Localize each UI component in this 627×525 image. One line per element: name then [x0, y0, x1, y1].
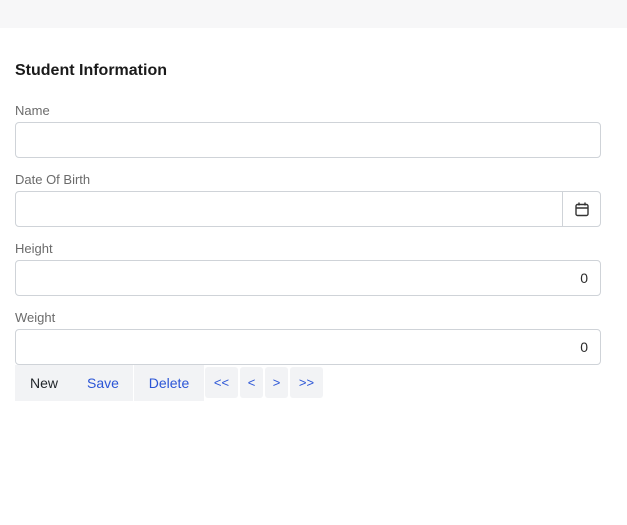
dob-label: Date Of Birth — [15, 172, 91, 187]
form-title: Student Information — [15, 62, 167, 79]
height-label: Height — [15, 241, 53, 256]
previous-record-button[interactable]: < — [240, 367, 263, 398]
name-label: Name — [15, 103, 50, 118]
dob-field — [15, 191, 601, 227]
new-button[interactable]: New — [15, 365, 73, 401]
next-record-button[interactable]: > — [265, 367, 288, 398]
calendar-button[interactable] — [562, 192, 600, 226]
save-button[interactable]: Save — [73, 365, 133, 401]
calendar-icon — [574, 202, 589, 216]
dob-input[interactable] — [16, 192, 564, 226]
height-input[interactable] — [15, 260, 601, 296]
delete-button[interactable]: Delete — [134, 365, 204, 401]
name-input[interactable] — [15, 122, 601, 158]
last-record-button[interactable]: >> — [290, 367, 323, 398]
weight-input[interactable] — [15, 329, 601, 365]
weight-label: Weight — [15, 310, 56, 325]
top-bar — [0, 0, 627, 28]
first-record-button[interactable]: << — [205, 367, 238, 398]
